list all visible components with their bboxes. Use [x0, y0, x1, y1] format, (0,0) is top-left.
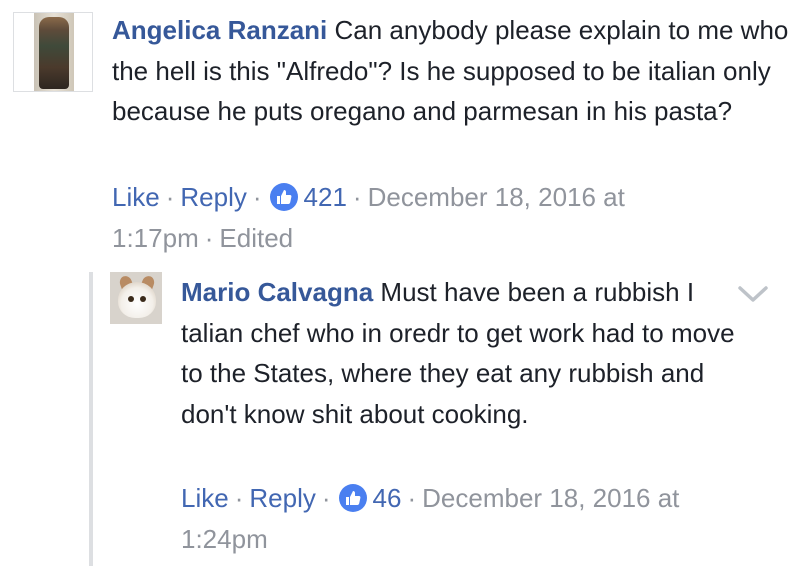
separator-dot: · [165, 182, 175, 212]
comment-author[interactable]: Angelica Ranzani [112, 15, 327, 45]
like-link[interactable]: Like [112, 182, 160, 212]
cat-face [118, 282, 156, 318]
thumbs-up-icon[interactable] [338, 484, 367, 512]
cat-eye [140, 296, 146, 302]
thumbs-up-icon[interactable] [269, 183, 298, 211]
avatar[interactable] [110, 272, 162, 324]
reaction-count[interactable]: 46 [373, 483, 402, 513]
like-link[interactable]: Like [181, 483, 229, 513]
separator-dot: · [321, 483, 331, 513]
separator-dot: · [204, 222, 214, 253]
reply-link[interactable]: Reply [249, 483, 315, 513]
reply-link[interactable]: Reply [180, 182, 246, 212]
separator-dot: · [407, 483, 417, 513]
avatar[interactable] [13, 12, 93, 92]
reaction-count[interactable]: 421 [304, 182, 347, 212]
cat-eye [128, 296, 134, 302]
separator-dot: · [252, 182, 262, 212]
edited-label[interactable]: Edited [219, 223, 293, 253]
avatar-person [39, 17, 69, 89]
separator-dot: · [352, 182, 362, 212]
chevron-down-icon[interactable] [737, 284, 769, 304]
separator-dot: · [234, 483, 244, 513]
reply-thread-line [89, 272, 93, 566]
comment-actions: Like · Reply · 421 · December 18, 2016 at 1:17… [112, 177, 792, 258]
comment-actions: Like · Reply · 46 · December 18, 2016 at 1:24p… [181, 478, 741, 559]
comment-author[interactable]: Mario Calvagna [181, 277, 373, 307]
comment-body: Mario Calvagna Must have been a rubbish … [181, 272, 741, 434]
comment-body: Angelica Ranzani Can anybody please expl… [112, 10, 792, 132]
